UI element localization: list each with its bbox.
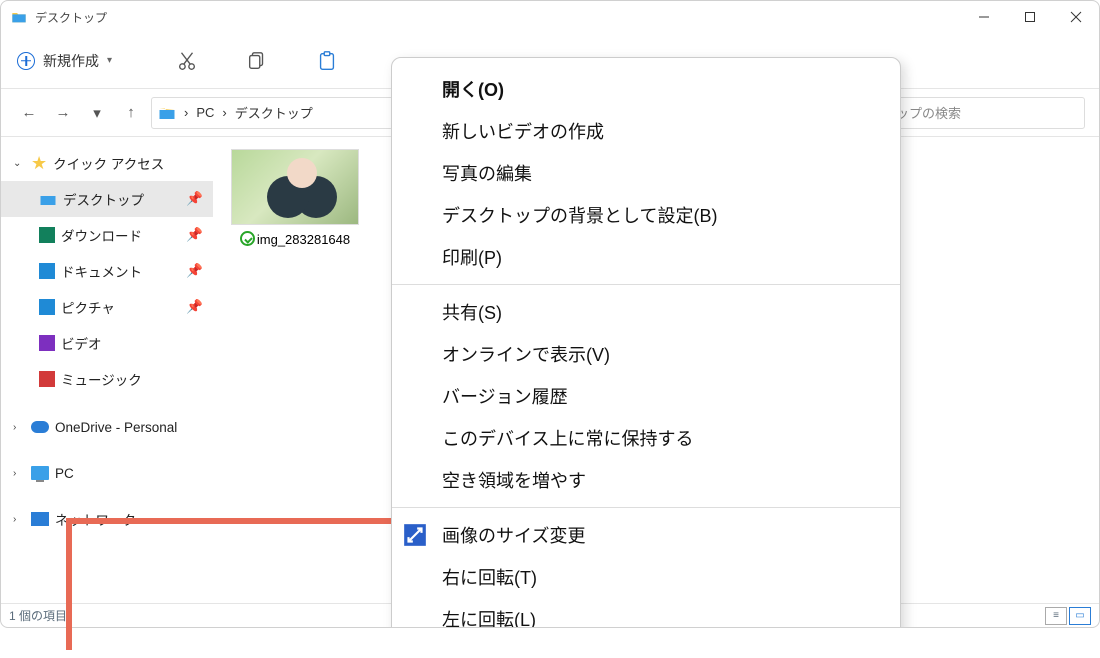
folder-icon	[158, 104, 176, 122]
sidebar-item-pc[interactable]: ›PC	[1, 455, 213, 491]
separator	[392, 507, 900, 508]
star-icon: ★	[31, 153, 47, 174]
resize-icon	[402, 522, 428, 548]
ctx-always-keep[interactable]: このデバイス上に常に保持する	[392, 417, 900, 459]
sidebar-item-downloads[interactable]: ダウンロード📌	[1, 217, 213, 253]
ctx-share[interactable]: 共有(S)	[392, 291, 900, 333]
file-name: img_283281648	[257, 232, 350, 247]
download-icon	[39, 227, 55, 243]
window-title: デスクトップ	[35, 9, 107, 26]
file-thumbnail	[231, 149, 359, 225]
chevron-down-icon: ▾	[107, 55, 112, 66]
new-label: 新規作成	[43, 51, 99, 71]
sidebar-item-documents[interactable]: ドキュメント📌	[1, 253, 213, 289]
maximize-button[interactable]	[1007, 1, 1053, 33]
onedrive-icon	[31, 421, 49, 433]
music-icon	[39, 371, 55, 387]
recent-dropdown[interactable]: ▾	[83, 104, 111, 122]
pc-icon	[31, 466, 49, 480]
sidebar-item-music[interactable]: ミュージック	[1, 361, 213, 397]
item-count: 1 個の項目	[9, 607, 67, 624]
icons-view-button[interactable]: ▭	[1069, 607, 1091, 625]
up-button[interactable]: ↑	[117, 104, 145, 121]
close-button[interactable]	[1053, 1, 1099, 33]
ctx-view-online[interactable]: オンラインで表示(V)	[392, 333, 900, 375]
ctx-resize-image[interactable]: 画像のサイズ変更	[392, 514, 900, 556]
ctx-rotate-left[interactable]: 左に回転(L)	[392, 598, 900, 628]
pin-icon: 📌	[186, 227, 203, 243]
titlebar: デスクトップ	[1, 1, 1099, 33]
paste-icon[interactable]	[316, 50, 338, 72]
sidebar-item-pictures[interactable]: ピクチャ📌	[1, 289, 213, 325]
crumb-desktop[interactable]: デスクトップ	[235, 103, 313, 122]
ctx-print[interactable]: 印刷(P)	[392, 236, 900, 278]
minimize-button[interactable]	[961, 1, 1007, 33]
ctx-set-background[interactable]: デスクトップの背景として設定(B)	[392, 194, 900, 236]
context-menu: 開く(O) 新しいビデオの作成 写真の編集 デスクトップの背景として設定(B) …	[391, 57, 901, 628]
sidebar-item-quick-access[interactable]: ⌄★クイック アクセス	[1, 145, 213, 181]
pin-icon: 📌	[186, 263, 203, 279]
details-view-button[interactable]: ≡	[1045, 607, 1067, 625]
ctx-version-history[interactable]: バージョン履歴	[392, 375, 900, 417]
ctx-rotate-right[interactable]: 右に回転(T)	[392, 556, 900, 598]
back-button[interactable]: ←	[15, 104, 43, 121]
pin-icon: 📌	[186, 191, 203, 207]
picture-icon	[39, 299, 55, 315]
crumb-pc[interactable]: PC	[196, 105, 214, 120]
separator	[392, 284, 900, 285]
plus-icon	[17, 52, 35, 70]
document-icon	[39, 263, 55, 279]
sidebar-item-desktop[interactable]: デスクトップ📌	[1, 181, 213, 217]
ctx-free-space[interactable]: 空き領域を増やす	[392, 459, 900, 501]
pin-icon: 📌	[186, 299, 203, 315]
network-icon	[31, 512, 49, 526]
video-icon	[39, 335, 55, 351]
forward-button[interactable]: →	[49, 104, 77, 121]
folder-icon	[11, 9, 27, 25]
sidebar-item-videos[interactable]: ビデオ	[1, 325, 213, 361]
new-button[interactable]: 新規作成 ▾	[17, 51, 112, 71]
cut-icon[interactable]	[176, 50, 198, 72]
ctx-new-video[interactable]: 新しいビデオの作成	[392, 110, 900, 152]
folder-icon	[39, 190, 57, 208]
ctx-edit-photo[interactable]: 写真の編集	[392, 152, 900, 194]
copy-icon[interactable]	[246, 50, 268, 72]
ctx-open[interactable]: 開く(O)	[392, 68, 900, 110]
file-item[interactable]: img_283281648	[225, 149, 365, 247]
sync-icon	[240, 231, 255, 246]
annotation-arrow	[66, 518, 392, 650]
sidebar-item-onedrive[interactable]: ›OneDrive - Personal	[1, 409, 213, 445]
